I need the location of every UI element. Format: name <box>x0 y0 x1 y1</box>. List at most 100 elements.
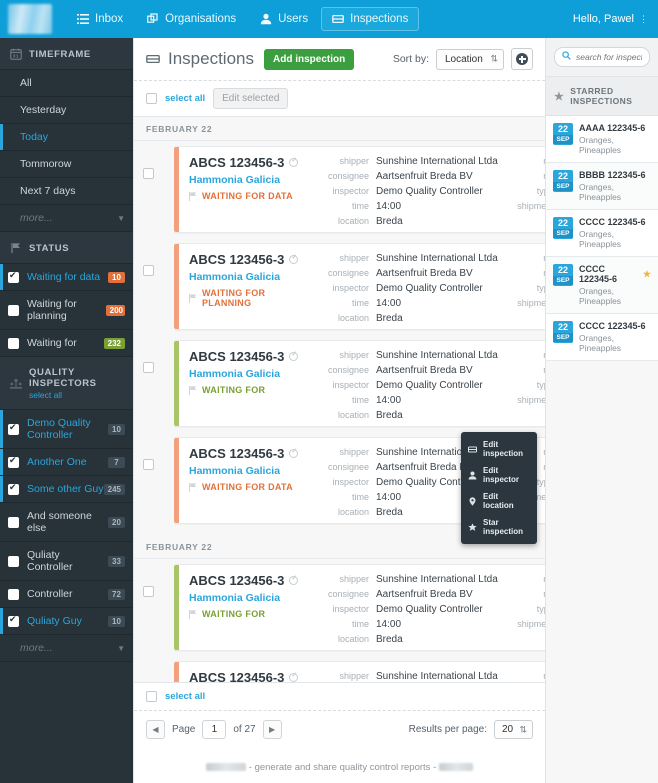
vessel-name[interactable]: Hammonia Galicia <box>189 174 317 186</box>
search-icon <box>562 51 571 63</box>
nav-item-organisations[interactable]: Organisations <box>136 7 247 31</box>
label-consignee: consignee <box>327 589 369 599</box>
inspection-card[interactable]: ABCS 123456-3 Hammonia Galicia WAITING F… <box>174 146 545 233</box>
sidebar-item-tommorow[interactable]: Tommorow <box>0 151 133 178</box>
checkbox[interactable] <box>8 516 19 528</box>
vessel-name[interactable]: Hammonia Galicia <box>189 592 317 604</box>
menu-item-edit-inspection[interactable]: Edit inspection <box>461 436 537 462</box>
check-circle-icon <box>289 447 299 458</box>
sidebar-item-yesterday[interactable]: Yesterday <box>0 97 133 124</box>
add-inspection-button[interactable]: Add inspection <box>264 48 355 70</box>
user-menu[interactable]: Hello, Pawel ⋮ <box>573 13 648 25</box>
sidebar-item-waiting-for-planning[interactable]: Waiting for planning 200 <box>0 291 133 330</box>
sidebar-item-quliaty-controller[interactable]: Quliaty Controller 33 <box>0 542 133 581</box>
starred-title-text: CCCC 122345-6 <box>579 321 646 331</box>
nav-item-inbox[interactable]: Inbox <box>66 7 134 31</box>
menu-item-edit-inspector[interactable]: Edit inspector <box>461 462 537 488</box>
value-consignee: Aartsenfruit Breda BV <box>376 365 473 376</box>
starred-item[interactable]: 22 SEP AAAA 122345-6 Oranges, Pineapples <box>546 116 658 163</box>
status-badge: 232 <box>103 337 125 349</box>
checkbox[interactable] <box>8 337 19 349</box>
prev-page-button[interactable]: ◀ <box>146 720 165 739</box>
starred-item[interactable]: 22 SEP CCCC 122345-6 Oranges, Pineapples <box>546 314 658 361</box>
sidebar-item-some-other-guy[interactable]: Some other Guy 245 <box>0 476 133 503</box>
starred-item[interactable]: 22 SEP CCCC 122345-6 ★ Oranges, Pineappl… <box>546 257 658 314</box>
sidebar-more-inspectors[interactable]: more... ▼ <box>0 635 133 662</box>
row-checkbox[interactable] <box>142 459 154 470</box>
menu-item-edit-location[interactable]: Edit location <box>461 488 537 514</box>
row-checkbox[interactable] <box>142 362 154 373</box>
svg-text:31: 31 <box>13 54 19 59</box>
inspection-summary: ABCS 123456-3 Hammonia Galicia WAITING F… <box>189 349 317 422</box>
select-all-link-top[interactable]: select all <box>165 93 205 104</box>
select-all-inspectors-link[interactable]: select all <box>29 390 123 400</box>
sidebar-item-demo-quality-controller[interactable]: Demo Quality Controller 10 <box>0 410 133 449</box>
menu-item-star-inspection[interactable]: Star inspection <box>461 514 537 540</box>
label-ref2: ref <box>508 170 545 183</box>
checkbox[interactable] <box>8 588 19 600</box>
sidebar-item-and-someone-else[interactable]: And someone else 20 <box>0 503 133 542</box>
checkbox[interactable] <box>8 482 19 495</box>
inspection-code: ABCS 123456-3 <box>189 349 317 364</box>
nav-item-inspections[interactable]: Inspections <box>321 7 420 31</box>
label-location: location <box>337 313 369 323</box>
checkbox[interactable] <box>8 455 19 468</box>
add-filter-button[interactable] <box>511 48 533 70</box>
search-input[interactable] <box>576 52 642 62</box>
detail-keys-right: ref ref type shipment <box>508 573 545 646</box>
sidebar-item-today[interactable]: Today <box>0 124 133 151</box>
app-logo[interactable] <box>8 4 52 34</box>
row-checkbox[interactable] <box>142 265 154 276</box>
row-checkbox[interactable] <box>142 168 154 179</box>
inspection-card[interactable]: ABCS 123456-3 Hammonia Galicia WAITING F… <box>174 564 545 651</box>
detail-keys-right: ref ref type shipment <box>508 670 545 682</box>
row-checkbox[interactable] <box>142 586 154 597</box>
sidebar-item-waiting-for-data[interactable]: Waiting for data 10 <box>0 264 133 291</box>
sidebar-item-another-one[interactable]: Another One 7 <box>0 449 133 476</box>
checkbox[interactable] <box>8 555 19 567</box>
checkbox[interactable] <box>8 614 19 627</box>
value-location: Breda <box>376 216 403 227</box>
vessel-name[interactable]: Hammonia Galicia <box>189 465 317 477</box>
nav-item-users[interactable]: Users <box>249 7 319 31</box>
results-per-page-select[interactable]: 20 <box>494 720 533 739</box>
sort-select[interactable]: Location <box>436 48 504 70</box>
checkbox[interactable] <box>8 270 19 283</box>
search-box[interactable] <box>554 47 650 67</box>
value-inspector: Demo Quality Controller <box>376 283 483 294</box>
select-all-link-bottom[interactable]: select all <box>165 691 205 702</box>
edit-selected-button[interactable]: Edit selected <box>213 88 289 109</box>
inspection-card[interactable]: ABCS 123456-3 Hammonia Galicia WAITING F… <box>174 243 545 330</box>
checkbox[interactable] <box>8 422 19 435</box>
pagination: ◀ Page of 27 ▶ Results per page: 20 <box>134 711 545 748</box>
vessel-name[interactable]: Hammonia Galicia <box>189 271 317 283</box>
sidebar-group-header-timeframe: 31 TIMEFRAME <box>0 38 133 70</box>
sidebar-item-quliaty-guy[interactable]: Quliaty Guy 10 <box>0 608 133 635</box>
label-ref1: ref <box>508 573 545 586</box>
user-icon <box>468 471 477 480</box>
star-icon[interactable]: ★ <box>643 269 651 280</box>
inspection-card[interactable]: ABCS 123456-3 Hammonia Galicia WAITING F… <box>174 340 545 427</box>
checkbox[interactable] <box>8 304 19 316</box>
sidebar-item-controller[interactable]: Controller 72 <box>0 581 133 608</box>
sidebar-item-next-7-days[interactable]: Next 7 days <box>0 178 133 205</box>
page-input[interactable] <box>202 720 227 739</box>
value-inspector: Demo Quality Controller <box>376 604 483 615</box>
select-all-checkbox-top[interactable] <box>146 93 157 104</box>
select-all-checkbox-bottom[interactable] <box>146 691 157 702</box>
starred-item[interactable]: 22 SEP CCCC 122345-6 Oranges, Pineapples <box>546 210 658 257</box>
inspection-code: ABCS 123456-3 <box>189 670 317 682</box>
inspection-details: shipper consignee inspector time locatio… <box>317 573 545 646</box>
next-page-button[interactable]: ▶ <box>262 720 282 739</box>
check-circle-icon <box>289 253 299 264</box>
starred-item[interactable]: 22 SEP BBBB 122345-6 Oranges, Pineapples <box>546 163 658 210</box>
sidebar-more-timeframe[interactable]: more... ▼ <box>0 205 133 232</box>
sidebar-item-waiting-for[interactable]: Waiting for 232 <box>0 330 133 357</box>
sidebar-item-all[interactable]: All <box>0 70 133 97</box>
star-icon <box>468 522 477 532</box>
inspection-card[interactable]: ABCS 123456-3 Hammonia Galicia WAITING F… <box>174 661 545 682</box>
date-month: SEP <box>553 276 573 285</box>
inspection-code: ABCS 123456-3 <box>189 573 317 588</box>
inspection-card-body: ABCS 123456-3 Hammonia Galicia WAITING F… <box>179 662 545 682</box>
vessel-name[interactable]: Hammonia Galicia <box>189 368 317 380</box>
